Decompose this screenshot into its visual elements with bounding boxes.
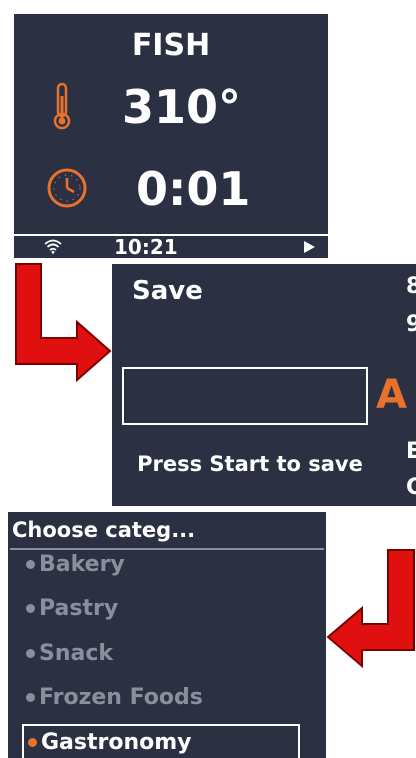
list-item-label: Bakery	[39, 552, 125, 577]
timer-value[interactable]: 0:01	[136, 162, 250, 216]
list-item-label: Frozen Foods	[39, 685, 203, 710]
keyboard-char[interactable]: E	[406, 439, 416, 464]
bullet-icon	[26, 693, 35, 702]
program-name: FISH	[131, 28, 211, 63]
bullet-icon	[28, 737, 37, 747]
list-item-snack[interactable]: Snack	[26, 641, 113, 666]
save-title: Save	[132, 276, 203, 306]
keyboard-char[interactable]: C	[406, 475, 416, 500]
status-bar: 10:21	[14, 234, 328, 258]
bullet-icon	[26, 649, 35, 658]
list-item-label: Snack	[39, 641, 114, 666]
temperature-value[interactable]: 310°	[122, 80, 241, 134]
play-icon[interactable]	[304, 241, 315, 253]
save-screen: Save Press Start to save 8 9 A E C	[112, 264, 416, 506]
wifi-icon	[44, 238, 62, 258]
cooking-screen: FISH 310° 0:01 10:21	[14, 10, 328, 258]
list-item-bakery[interactable]: Bakery	[26, 552, 125, 577]
category-title: Choose categ...	[12, 518, 196, 542]
list-item-gastronomy[interactable]: Gastronomy	[22, 724, 300, 758]
name-input[interactable]	[122, 367, 368, 425]
list-item-frozen-foods[interactable]: Frozen Foods	[26, 685, 203, 710]
title-divider	[10, 548, 324, 550]
thermometer-icon	[52, 82, 72, 134]
keyboard-char[interactable]: 8	[406, 274, 416, 299]
keyboard-char[interactable]: 9	[406, 312, 416, 337]
save-hint: Press Start to save	[137, 452, 363, 476]
clock-icon	[46, 167, 88, 213]
category-screen: Choose categ... Bakery Pastry Snack Froz…	[8, 512, 326, 758]
list-item-label: Gastronomy	[41, 729, 192, 755]
keyboard-char-selected[interactable]: A	[376, 372, 407, 418]
bullet-icon	[26, 604, 35, 613]
list-item-pastry[interactable]: Pastry	[26, 596, 118, 621]
list-item-label: Pastry	[39, 596, 119, 621]
status-clock: 10:21	[114, 235, 178, 258]
flow-arrow-left-icon	[326, 549, 415, 668]
top-divider	[14, 10, 328, 14]
flow-arrow-right-icon	[15, 263, 112, 382]
bullet-icon	[26, 560, 35, 569]
